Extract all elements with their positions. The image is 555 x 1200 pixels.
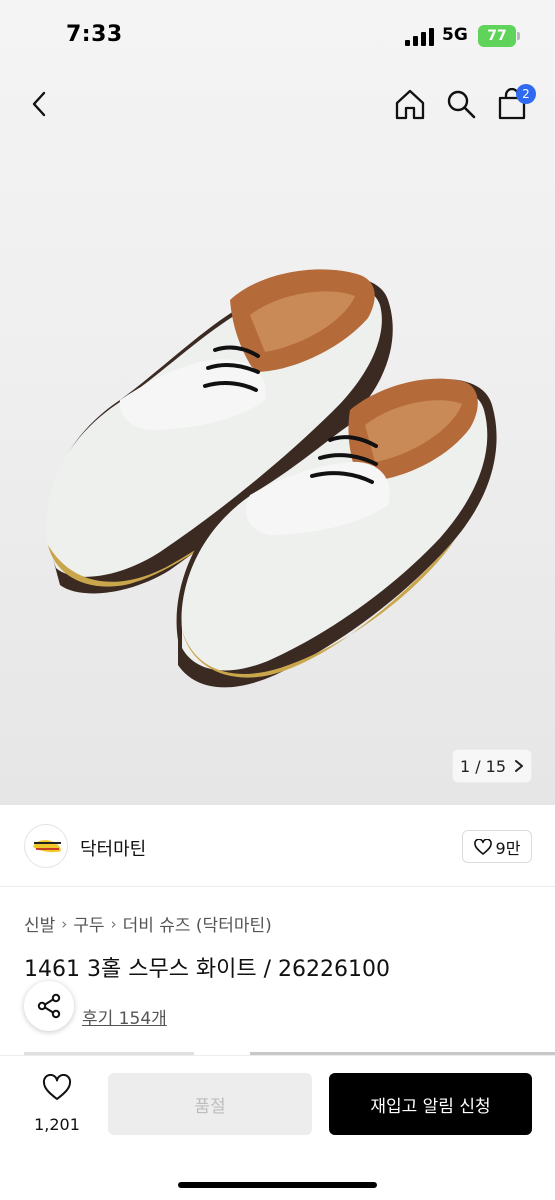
brand-logo[interactable]: [24, 824, 68, 868]
network-type: 5G: [442, 25, 468, 45]
product-photo: [46, 269, 497, 688]
review-link[interactable]: 후기 154개: [82, 1004, 167, 1029]
soldout-button[interactable]: 품절: [108, 1073, 312, 1135]
brand-like-count: 9만: [495, 838, 521, 858]
product-image-gallery[interactable]: 7:33 5G 77 2 1 / 15: [0, 0, 555, 805]
brand-row[interactable]: 닥터마틴 9만: [0, 805, 555, 887]
heart-icon: [473, 838, 492, 855]
bottom-action-bar: 1,201 품절 재입고 알림 신청: [0, 1055, 555, 1200]
back-button[interactable]: [20, 84, 60, 124]
wishlist-count: 1,201: [34, 1115, 80, 1134]
chevron-right-icon: [515, 760, 524, 772]
battery-icon: 77: [478, 25, 520, 47]
product-title: 1461 3홀 스무스 화이트 / 26226100: [24, 957, 391, 982]
search-icon: [447, 90, 476, 119]
home-icon: [395, 89, 425, 120]
share-button[interactable]: [24, 981, 74, 1031]
battery-level: 77: [487, 28, 507, 44]
chevron-right-icon: ›: [110, 914, 117, 933]
share-icon: [37, 993, 61, 1019]
breadcrumb-item[interactable]: 신발: [24, 911, 55, 936]
wishlist-button[interactable]: 1,201: [28, 1074, 86, 1134]
chevron-right-icon: ›: [61, 914, 68, 933]
breadcrumb: 신발 › 구두 › 더비 슈즈 (닥터마틴): [24, 911, 272, 937]
search-button[interactable]: [441, 84, 481, 124]
breadcrumb-item[interactable]: 구두: [73, 911, 104, 936]
heart-icon: [42, 1074, 72, 1100]
signal-icon: [405, 28, 435, 46]
status-time: 7:33: [66, 22, 123, 47]
cart-button[interactable]: 2: [492, 84, 536, 124]
home-indicator: [178, 1182, 377, 1188]
brand-like-button[interactable]: 9만: [462, 830, 532, 863]
cart-count-badge: 2: [516, 84, 536, 104]
brand-name[interactable]: 닥터마틴: [80, 835, 146, 861]
brand-logo-image: [33, 840, 61, 853]
page-count: 1 / 15: [459, 756, 507, 776]
restock-alert-button[interactable]: 재입고 알림 신청: [329, 1073, 532, 1135]
breadcrumb-item[interactable]: 더비 슈즈 (닥터마틴): [123, 911, 272, 936]
status-bar: 7:33 5G 77: [0, 0, 555, 70]
gallery-page-indicator[interactable]: 1 / 15: [452, 749, 532, 783]
home-button[interactable]: [390, 84, 430, 124]
chevron-left-icon: [32, 91, 46, 117]
